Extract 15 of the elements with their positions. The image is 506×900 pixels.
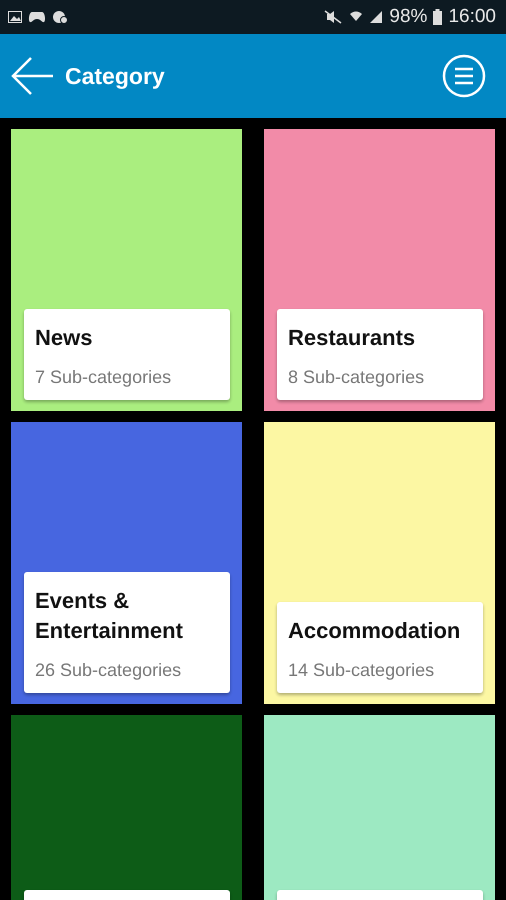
subcategory-count: 8 Sub-categories (288, 367, 426, 388)
category-title: News (35, 324, 94, 352)
category-title: Restaurants (288, 324, 416, 352)
subcategory-count: 26 Sub-categories (35, 660, 182, 681)
subcategory-count: 7 Sub-categories (35, 367, 172, 388)
category-title: Accommodation (288, 617, 462, 645)
category-title: Events & Entertainment (35, 587, 184, 645)
category-tile[interactable]: News 7 Sub-categories (11, 129, 242, 411)
clock-time: 16:00 (448, 6, 496, 28)
category-tile[interactable]: Events & Entertainment 26 Sub-categories (11, 422, 242, 704)
screen-title: Category (65, 62, 166, 90)
category-tile[interactable]: Restaurants 8 Sub-categories (264, 129, 495, 411)
category-tile[interactable]: Accommodation 14 Sub-categories (264, 422, 495, 704)
battery-percentage: 98% (389, 6, 428, 28)
subcategory-count: 14 Sub-categories (288, 660, 436, 681)
